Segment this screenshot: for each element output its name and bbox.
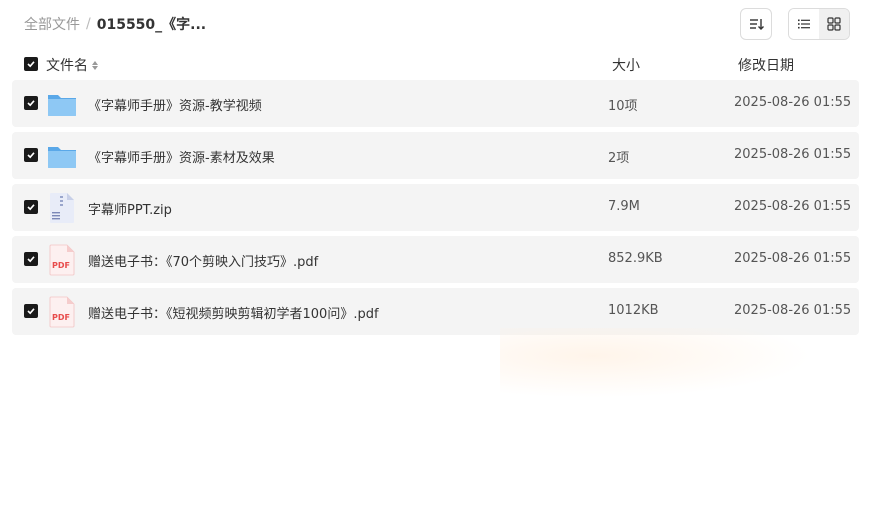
sort-button[interactable] (740, 8, 772, 40)
row-checkbox[interactable] (24, 200, 38, 214)
file-row[interactable]: 《字幕师手册》资源-素材及效果 2项 2025-08-26 01:55 (12, 132, 859, 179)
file-browser: 全部文件 / 015550_《字... 文件名 大小 修改日期 《字幕师手册》资… (0, 0, 874, 514)
file-name[interactable]: 字幕师PPT.zip (88, 199, 172, 218)
background-glow (500, 328, 812, 398)
column-header-date: 修改日期 (738, 58, 794, 74)
row-checkbox[interactable] (24, 148, 38, 162)
file-size: 10项 (608, 99, 638, 114)
breadcrumb-separator: / (86, 16, 91, 32)
file-date: 2025-08-26 01:55 (734, 303, 852, 318)
file-size: 852.9KB (608, 251, 663, 266)
check-icon (27, 256, 35, 263)
list-header: 文件名 大小 修改日期 (12, 50, 859, 78)
breadcrumb: 全部文件 / 015550_《字... (24, 14, 206, 34)
pdf-file-icon: PDF (49, 244, 75, 276)
check-icon (27, 61, 35, 68)
file-row[interactable]: 字幕师PPT.zip 7.9M 2025-08-26 01:55 (12, 184, 859, 231)
row-checkbox[interactable] (24, 96, 38, 110)
folder-icon (48, 147, 76, 168)
breadcrumb-current: 015550_《字... (96, 17, 207, 33)
select-all-checkbox[interactable] (24, 57, 38, 71)
pdf-label: PDF (52, 261, 70, 270)
column-name-label: 文件名 (46, 58, 88, 74)
list-view-icon (798, 19, 810, 29)
check-icon (27, 152, 35, 159)
column-header-name[interactable]: 文件名 (46, 55, 98, 75)
file-size: 2项 (608, 151, 630, 166)
sort-arrows-icon (92, 60, 98, 70)
zip-file-icon (50, 193, 74, 223)
view-toggle (788, 8, 850, 40)
file-size: 7.9M (608, 199, 640, 214)
check-icon (27, 308, 35, 315)
check-icon (27, 100, 35, 107)
list-view-button[interactable] (789, 9, 819, 39)
pdf-file-icon: PDF (49, 296, 75, 328)
file-date: 2025-08-26 01:55 (734, 199, 852, 214)
file-name[interactable]: 赠送电子书：《短视频剪映剪辑初学者100问》.pdf (88, 303, 379, 322)
grid-view-button[interactable] (819, 9, 849, 39)
folder-icon (48, 95, 76, 116)
column-header-size: 大小 (612, 58, 640, 74)
grid-view-icon (827, 17, 841, 31)
file-date: 2025-08-26 01:55 (734, 95, 852, 110)
row-checkbox[interactable] (24, 304, 38, 318)
row-checkbox[interactable] (24, 252, 38, 266)
file-name[interactable]: 《字幕师手册》资源-教学视频 (88, 95, 262, 114)
pdf-label: PDF (52, 313, 70, 322)
file-date: 2025-08-26 01:55 (734, 251, 852, 266)
file-size: 1012KB (608, 303, 659, 318)
file-name[interactable]: 赠送电子书：《70个剪映入门技巧》.pdf (88, 251, 318, 270)
file-row[interactable]: PDF 赠送电子书：《短视频剪映剪辑初学者100问》.pdf 1012KB 20… (12, 288, 859, 335)
breadcrumb-root[interactable]: 全部文件 (24, 14, 80, 34)
file-row[interactable]: PDF 赠送电子书：《70个剪映入门技巧》.pdf 852.9KB 2025-0… (12, 236, 859, 283)
file-date: 2025-08-26 01:55 (734, 147, 852, 162)
file-name[interactable]: 《字幕师手册》资源-素材及效果 (88, 147, 275, 166)
sort-lines-icon (750, 19, 764, 30)
file-row[interactable]: 《字幕师手册》资源-教学视频 10项 2025-08-26 01:55 (12, 80, 859, 127)
check-icon (27, 204, 35, 211)
